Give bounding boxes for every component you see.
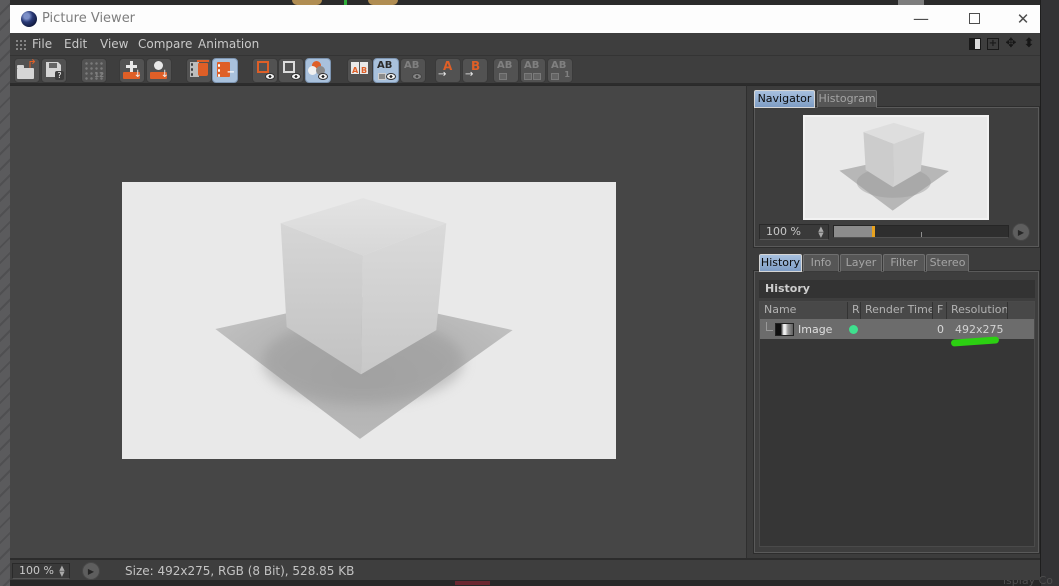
navigator-zoom-slider[interactable]	[833, 225, 1009, 238]
open-image-button[interactable]: ↱	[14, 58, 40, 83]
cinema4d-app-icon	[21, 11, 37, 27]
close-button[interactable]: ✕	[1008, 5, 1038, 32]
resolution-value: 492x275	[955, 323, 1004, 336]
menu-grip-icon[interactable]	[15, 39, 28, 50]
column-extra	[1008, 302, 1034, 319]
history-panel: History Name R Render Time F Resolution …	[754, 271, 1039, 553]
channels-view-button[interactable]	[305, 58, 331, 83]
layout-grid-button[interactable]: 12	[81, 58, 107, 83]
split-layout-icon[interactable]	[968, 36, 982, 51]
menu-compare[interactable]: Compare	[138, 37, 192, 51]
maximize-button[interactable]	[959, 5, 989, 32]
minimize-button[interactable]: —	[906, 5, 936, 32]
render-status-dot	[849, 325, 858, 334]
background-attribute-panel-edge: Ed ent oord erties · · · · in B in F lor	[1040, 0, 1059, 586]
spinner-icon[interactable]: ▲▼	[816, 226, 826, 238]
slider-center-tick	[921, 232, 922, 237]
menu-edit[interactable]: Edit	[64, 37, 87, 51]
navigator-thumbnail[interactable]	[803, 115, 989, 220]
image-size-info: Size: 492x275, RGB (8 Bit), 528.85 KB	[125, 564, 354, 578]
remove-from-list-button[interactable]: −	[212, 58, 238, 83]
image-viewport[interactable]	[10, 85, 746, 558]
navigator-options-button[interactable]: ▶	[1012, 223, 1030, 241]
link-ab-button[interactable]: AB	[520, 58, 546, 83]
background-app-left-edge	[0, 0, 10, 586]
navigator-panel: 100 % ▲▼ ▶	[754, 107, 1039, 247]
save-all-frames-button[interactable]: ↓	[119, 58, 145, 83]
column-name[interactable]: Name	[760, 302, 848, 319]
menu-file[interactable]: File	[32, 37, 52, 51]
ab-compare-view-button[interactable]: AB	[373, 58, 399, 83]
column-resolution[interactable]: Resolution	[947, 302, 1008, 319]
history-table-header: Name R Render Time F Resolution	[760, 302, 1034, 319]
spinner-icon[interactable]: ▲▼	[57, 565, 67, 577]
side-panel: Navigator Histogram 100 % ▲▼	[746, 85, 1040, 558]
window-title: Picture Viewer	[42, 11, 135, 26]
menu-animation[interactable]: Animation	[198, 37, 259, 51]
tab-histogram[interactable]: Histogram	[817, 90, 877, 108]
picture-viewer-window: Picture Viewer — ✕ File Edit View Compar…	[10, 5, 1040, 580]
resize-panel-icon[interactable]: ⬍	[1022, 36, 1036, 51]
delete-image-button[interactable]	[186, 58, 212, 83]
tab-layer[interactable]: Layer	[840, 254, 882, 272]
tab-filter[interactable]: Filter	[883, 254, 925, 272]
dock-controls: + ✥ ⬍	[968, 36, 1036, 51]
menu-bar: File Edit View Compare Animation + ✥ ⬍	[10, 33, 1040, 56]
tab-navigator[interactable]: Navigator	[754, 90, 815, 108]
column-r[interactable]: R	[848, 302, 861, 319]
image-thumbnail-icon	[775, 323, 794, 336]
tab-info[interactable]: Info	[803, 254, 839, 272]
set-as-b-button[interactable]: B→	[462, 58, 488, 83]
title-bar[interactable]: Picture Viewer — ✕	[10, 5, 1040, 33]
rendered-image[interactable]	[122, 182, 616, 459]
fullscreen-b-button[interactable]	[278, 58, 304, 83]
sync-ab-button[interactable]: AB1	[547, 58, 573, 83]
status-bar: 100 % ▲▼ ▶ Size: 492x275, RGB (8 Bit), 5…	[10, 558, 1040, 580]
tab-stereo[interactable]: Stereo	[926, 254, 969, 272]
image-name: Image	[798, 323, 832, 336]
toolbar: ↱ ? 12 ↓ ↓ −	[10, 56, 1040, 85]
navigator-zoom-value: 100 %	[766, 225, 801, 238]
set-as-a-button[interactable]: A→	[435, 58, 461, 83]
navigator-zoom-field[interactable]: 100 % ▲▼	[759, 224, 829, 240]
statusbar-options-button[interactable]: ▶	[82, 562, 100, 580]
save-single-frame-button[interactable]: ↓	[146, 58, 172, 83]
slider-fill	[834, 226, 872, 237]
background-app-bottom-edge: isplay Co	[10, 580, 1040, 586]
move-panel-icon[interactable]: ✥	[1004, 36, 1018, 51]
tab-history[interactable]: History	[759, 254, 802, 272]
tree-branch-icon	[766, 322, 773, 331]
maximize-icon	[969, 13, 980, 24]
column-render-time[interactable]: Render Time	[861, 302, 933, 319]
statusbar-zoom-value: 100 %	[19, 564, 54, 577]
frame-number: 0	[937, 323, 944, 336]
fullscreen-a-button[interactable]	[252, 58, 278, 83]
statusbar-zoom-field[interactable]: 100 % ▲▼	[12, 563, 70, 579]
ab-overlay-view-button[interactable]: AB	[400, 58, 426, 83]
new-panel-icon[interactable]: +	[986, 36, 1000, 51]
ab-side-by-side-button[interactable]: AB	[347, 58, 373, 83]
background-shape	[455, 581, 490, 585]
history-section-title: History	[759, 280, 1035, 298]
column-f[interactable]: F	[933, 302, 947, 319]
swap-ab-button[interactable]: AB	[493, 58, 519, 83]
screen: isplay Co Ed ent oord erties · · · · in …	[0, 0, 1059, 586]
slider-handle[interactable]	[872, 226, 875, 237]
save-image-button[interactable]: ?	[41, 58, 67, 83]
menu-view[interactable]: View	[100, 37, 128, 51]
